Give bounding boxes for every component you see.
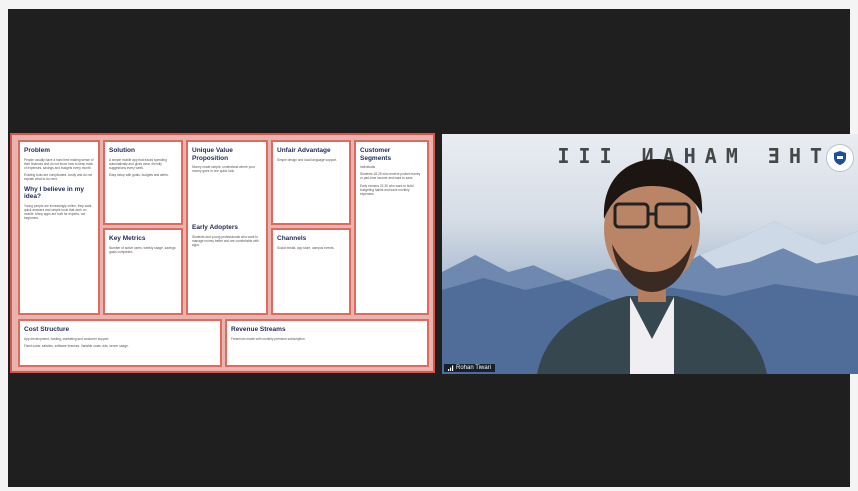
cost-structure-cell: Cost Structure App development, hosting,… (18, 319, 222, 367)
uvp-title: Unique Value Proposition (192, 147, 233, 162)
revenue-streams-title: Revenue Streams (231, 326, 286, 333)
participant-person (537, 159, 767, 374)
unfair-advantage-text: Simple design and local language support… (277, 157, 338, 162)
problem-title: Problem (24, 147, 51, 154)
channels-cell: Channels Social media, app store, campus… (271, 228, 351, 315)
solution-text-1: A simple mobile app that tracks spending… (109, 157, 167, 170)
solution-cell: Solution A simple mobile app that tracks… (103, 140, 183, 225)
belief-title: Why I believe in my idea? (24, 185, 84, 201)
cost-structure-text-1: App development, hosting, marketing and … (24, 336, 110, 341)
channels-text: Social media, app store, campus events. (277, 245, 335, 250)
uvp-text: Money made simple: understand where your… (192, 165, 255, 174)
revenue-streams-cell: Revenue Streams Freemium model with mont… (225, 319, 429, 367)
participant-name-tag: Rohan Tiwari (444, 364, 496, 372)
key-metrics-title: Key Metrics (109, 235, 146, 242)
signal-bars-icon (448, 365, 454, 371)
belief-text: Young people are increasingly online, th… (24, 203, 92, 221)
cost-structure-title: Cost Structure (24, 326, 70, 333)
solution-title: Solution (109, 147, 135, 154)
shared-screen[interactable]: Problem People usually have a hard time … (10, 133, 435, 373)
unfair-advantage-cell: Unfair Advantage Simple design and local… (271, 140, 351, 225)
early-adopters-title: Early Adopters (192, 224, 238, 232)
uvp-cell: Unique Value Proposition Money made simp… (186, 140, 268, 315)
solution-text-2: Easy setup with goals, budgets and alert… (109, 173, 169, 178)
cost-structure-text-2: Fixed costs: salaries, software licenses… (24, 343, 129, 348)
revenue-streams-text: Freemium model with monthly premium subs… (231, 336, 306, 341)
customer-segments-text-2: Students 18-25 who receive pocket money … (360, 172, 421, 181)
unfair-advantage-title: Unfair Advantage (277, 147, 331, 154)
early-adopters-text: Students and young professionals who wan… (192, 234, 259, 248)
customer-segments-cell: Customer Segments Individuals Students 1… (354, 140, 429, 315)
problem-text-2: Existing tools are complicated, costly a… (24, 173, 93, 182)
channels-title: Channels (277, 235, 307, 242)
key-metrics-cell: Key Metrics Number of active users, week… (103, 228, 183, 315)
problem-text-1: People usually have a hard time making s… (24, 157, 94, 170)
customer-segments-text-3: Early earners 22-30 who want to build bu… (360, 183, 414, 197)
participant-name: Rohan Tiwari (456, 365, 492, 371)
participant-video[interactable]: THE MAHAN III Rohan Tiwari (442, 134, 858, 374)
problem-cell: Problem People usually have a hard time … (18, 140, 100, 315)
key-metrics-text: Number of active users, weekly usage, sa… (109, 245, 176, 254)
customer-segments-title: Customer Segments (360, 147, 392, 162)
customer-segments-text-1: Individuals (360, 165, 376, 169)
